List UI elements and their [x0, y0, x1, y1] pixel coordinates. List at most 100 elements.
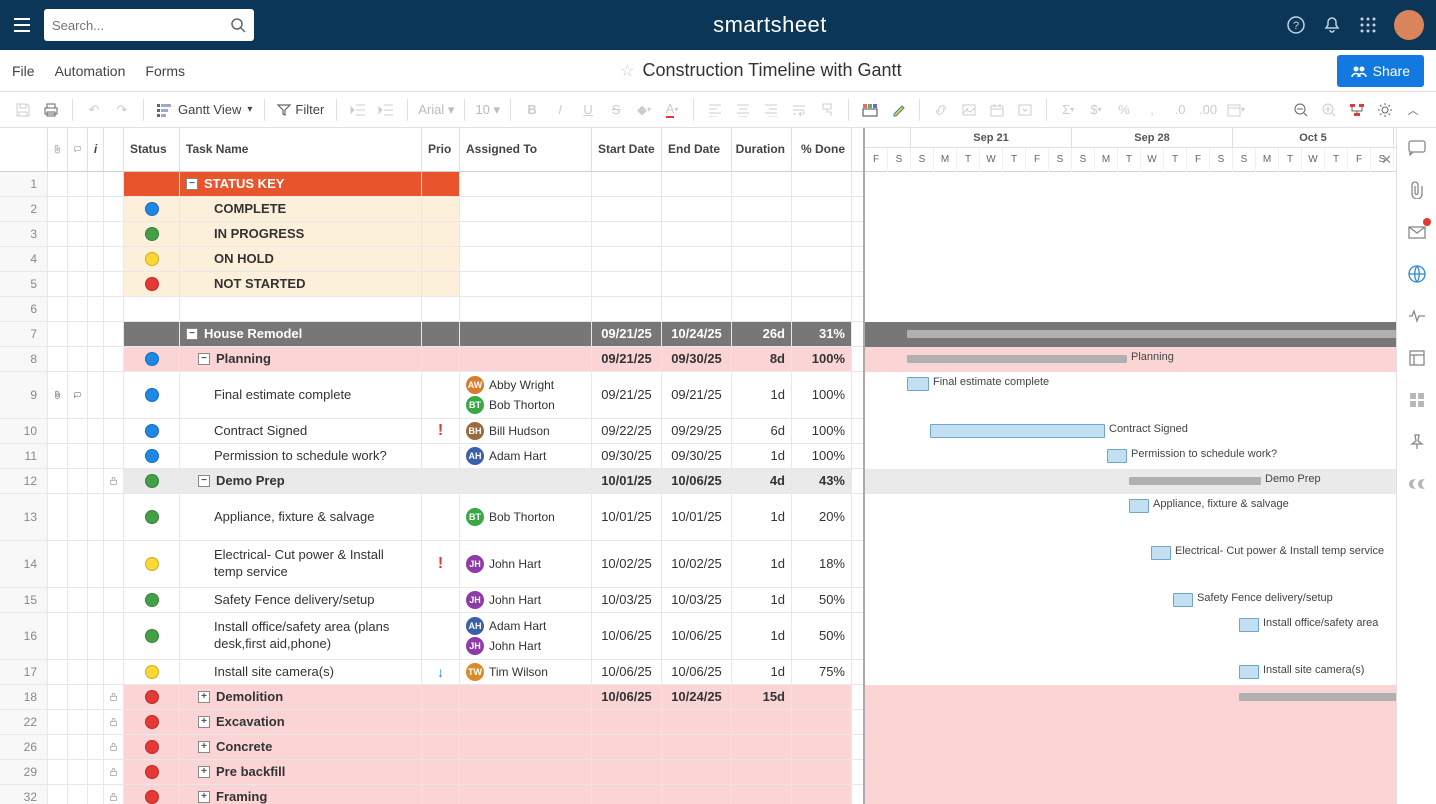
gantt-bar[interactable] [1151, 546, 1171, 560]
end-cell[interactable]: 09/30/25 [662, 444, 732, 468]
gantt-row[interactable] [865, 197, 1396, 222]
table-row[interactable]: 13Appliance, fixture & salvageBTBob Thor… [0, 494, 863, 541]
start-cell[interactable] [592, 222, 662, 246]
start-cell[interactable]: 10/01/25 [592, 469, 662, 493]
start-cell[interactable] [592, 785, 662, 804]
status-cell[interactable] [124, 541, 180, 587]
zoom-in-icon[interactable] [1316, 97, 1342, 123]
table-row[interactable]: 8−Planning09/21/2509/30/258d100% [0, 347, 863, 372]
col-duration[interactable]: Duration [732, 128, 792, 171]
col-attach-icon[interactable] [48, 128, 68, 171]
priority-cell[interactable] [422, 710, 460, 734]
gantt-bar[interactable] [907, 355, 1127, 363]
row-number[interactable]: 1 [0, 172, 48, 196]
fill-color-icon[interactable]: ◆▾ [631, 97, 657, 123]
menu-hamburger-icon[interactable] [12, 15, 32, 35]
end-cell[interactable]: 10/06/25 [662, 469, 732, 493]
done-cell[interactable] [792, 222, 852, 246]
summary-icon[interactable] [1407, 348, 1427, 368]
expand-toggle[interactable]: + [198, 691, 210, 703]
duration-cell[interactable]: 8d [732, 347, 792, 371]
task-cell[interactable]: Safety Fence delivery/setup [180, 588, 422, 612]
end-cell[interactable]: 10/02/25 [662, 541, 732, 587]
gantt-bar[interactable] [1239, 665, 1259, 679]
link-icon[interactable] [928, 97, 954, 123]
expand-toggle[interactable]: − [186, 178, 198, 190]
task-cell[interactable]: +Demolition [180, 685, 422, 709]
assigned-cell[interactable] [460, 685, 592, 709]
duration-cell[interactable]: 15d [732, 685, 792, 709]
assigned-cell[interactable]: BTBob Thorton [460, 494, 592, 540]
row-number[interactable]: 15 [0, 588, 48, 612]
critical-path-icon[interactable] [1344, 97, 1370, 123]
expand-toggle[interactable]: − [198, 475, 210, 487]
task-cell[interactable]: −House Remodel [180, 322, 422, 346]
gantt-bar[interactable] [930, 424, 1105, 438]
assigned-cell[interactable] [460, 347, 592, 371]
table-row[interactable]: 14Electrical- Cut power & Install temp s… [0, 541, 863, 588]
attachments-icon[interactable] [1407, 180, 1427, 200]
menu-forms[interactable]: Forms [145, 63, 185, 79]
task-cell[interactable] [180, 297, 422, 321]
highlight-icon[interactable] [885, 97, 911, 123]
end-cell[interactable] [662, 247, 732, 271]
duration-cell[interactable] [732, 197, 792, 221]
row-number[interactable]: 7 [0, 322, 48, 346]
end-cell[interactable] [662, 785, 732, 804]
workapps-icon[interactable] [1407, 390, 1427, 410]
table-row[interactable]: 32+Framing [0, 785, 863, 804]
priority-cell[interactable] [422, 760, 460, 784]
duration-cell[interactable]: 1d [732, 444, 792, 468]
gantt-row[interactable] [865, 735, 1396, 760]
status-cell[interactable] [124, 272, 180, 296]
indent-icon[interactable] [373, 97, 399, 123]
done-cell[interactable] [792, 272, 852, 296]
status-cell[interactable] [124, 785, 180, 804]
done-cell[interactable]: 100% [792, 372, 852, 418]
status-cell[interactable] [124, 419, 180, 443]
priority-cell[interactable] [422, 372, 460, 418]
gantt-bar[interactable] [1173, 593, 1193, 607]
gantt-row[interactable] [865, 760, 1396, 785]
done-cell[interactable] [792, 735, 852, 759]
done-cell[interactable]: 43% [792, 469, 852, 493]
row-number[interactable]: 10 [0, 419, 48, 443]
gantt-row[interactable]: Safety Fence delivery/setup [865, 588, 1396, 613]
task-cell[interactable]: Permission to schedule work? [180, 444, 422, 468]
duration-cell[interactable]: 4d [732, 469, 792, 493]
row-number[interactable]: 14 [0, 541, 48, 587]
redo-icon[interactable]: ↷ [109, 97, 135, 123]
assigned-cell[interactable] [460, 297, 592, 321]
priority-cell[interactable] [422, 347, 460, 371]
assigned-cell[interactable]: AWAbby WrightBTBob Thorton [460, 372, 592, 418]
table-row[interactable]: 18+Demolition10/06/2510/24/2515d [0, 685, 863, 710]
col-assigned[interactable]: Assigned To [460, 128, 592, 171]
table-row[interactable]: 4ON HOLD [0, 247, 863, 272]
done-cell[interactable] [792, 785, 852, 804]
assigned-cell[interactable]: AHAdam Hart [460, 444, 592, 468]
end-cell[interactable] [662, 735, 732, 759]
priority-cell[interactable] [422, 685, 460, 709]
expand-toggle[interactable]: − [186, 328, 198, 340]
end-cell[interactable] [662, 760, 732, 784]
assigned-cell[interactable] [460, 272, 592, 296]
row-number[interactable]: 3 [0, 222, 48, 246]
outdent-icon[interactable] [345, 97, 371, 123]
col-end[interactable]: End Date [662, 128, 732, 171]
gantt-bar[interactable] [907, 377, 929, 391]
task-cell[interactable]: +Pre backfill [180, 760, 422, 784]
bold-icon[interactable]: B [519, 97, 545, 123]
end-cell[interactable] [662, 297, 732, 321]
gantt-body[interactable]: PlanningFinal estimate completeContract … [865, 172, 1396, 804]
gantt-row[interactable] [865, 297, 1396, 322]
gantt-row[interactable]: Demo Prep [865, 469, 1396, 494]
done-cell[interactable] [792, 685, 852, 709]
align-left-icon[interactable] [702, 97, 728, 123]
end-cell[interactable] [662, 710, 732, 734]
start-cell[interactable]: 10/01/25 [592, 494, 662, 540]
start-cell[interactable] [592, 272, 662, 296]
priority-cell[interactable] [422, 588, 460, 612]
row-number[interactable]: 2 [0, 197, 48, 221]
status-cell[interactable] [124, 494, 180, 540]
start-cell[interactable]: 10/06/25 [592, 613, 662, 659]
